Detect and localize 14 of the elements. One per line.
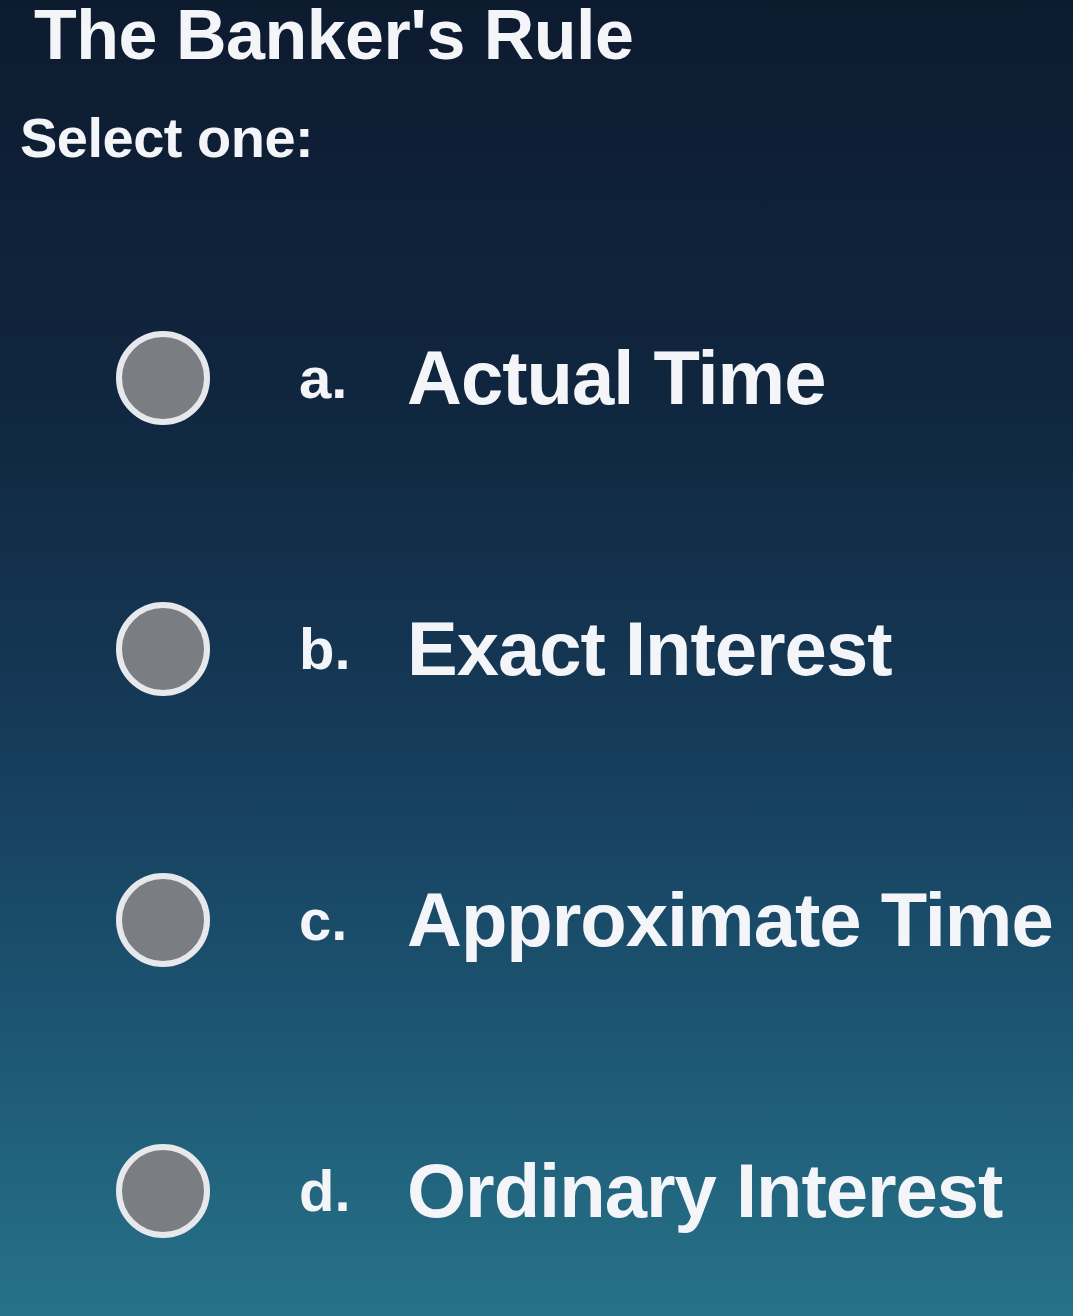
option-label[interactable]: Exact Interest	[407, 604, 892, 693]
option-letter: c.	[299, 887, 349, 952]
option-label[interactable]: Actual Time	[407, 333, 826, 422]
radio-button[interactable]	[115, 1142, 211, 1239]
option-label[interactable]: Approximate Time	[407, 875, 1053, 964]
option-label[interactable]: Ordinary Interest	[407, 1146, 1003, 1235]
select-prompt: Select one:	[20, 110, 314, 166]
option-letter: b.	[299, 616, 352, 681]
radio-button[interactable]	[115, 329, 211, 426]
question-title: The Banker's Rule	[34, 0, 634, 70]
option-letter: a.	[299, 345, 349, 410]
radio-button[interactable]	[115, 600, 211, 697]
option-letter: d.	[299, 1158, 352, 1223]
radio-button[interactable]	[115, 871, 211, 968]
